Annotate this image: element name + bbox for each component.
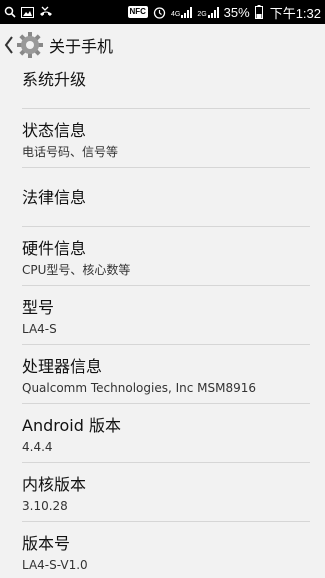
gear-icon[interactable]	[16, 31, 44, 59]
list-item-title: Android 版本	[22, 416, 121, 435]
list-item-subtitle: 4.4.4	[22, 440, 53, 454]
list-item-processor-info: 处理器信息 Qualcomm Technologies, Inc MSM8916	[22, 345, 310, 404]
status-bar-right: NFC 4G 2G 35% 下午1:32	[127, 3, 321, 22]
network-type-1: 4G	[170, 10, 181, 18]
list-item-legal-info[interactable]: 法律信息	[22, 168, 310, 227]
list-item-android-version[interactable]: Android 版本 4.4.4	[22, 404, 310, 463]
list-item-title: 系统升级	[22, 70, 87, 89]
list-item-title: 法律信息	[22, 188, 87, 207]
list-item-kernel-version: 内核版本 3.10.28	[22, 463, 310, 522]
list-item-title: 状态信息	[22, 121, 87, 140]
page-title: 关于手机	[49, 37, 114, 56]
list-item-title: 内核版本	[22, 475, 87, 494]
nfc-indicator: NFC	[127, 6, 148, 18]
status-bar: NFC 4G 2G 35% 下午1:32	[0, 0, 325, 24]
clock: 下午1:32	[269, 5, 321, 21]
signal-bars-icon	[207, 6, 219, 18]
list-item-system-update[interactable]: 系统升级	[22, 66, 310, 109]
alarm-icon	[153, 6, 166, 19]
list-item-subtitle: LA4-S	[22, 322, 57, 336]
list-item-title: 处理器信息	[22, 357, 103, 376]
battery-icon	[254, 5, 263, 19]
list-item-title: 硬件信息	[22, 239, 87, 258]
missed-call-icon	[39, 6, 53, 18]
list-item-subtitle: CPU型号、核心数等	[22, 263, 131, 277]
list-item-subtitle: 电话号码、信号等	[22, 145, 119, 159]
list-item-subtitle: 3.10.28	[22, 499, 68, 513]
settings-list: 系统升级 状态信息 电话号码、信号等 法律信息 硬件信息 CPU型号、核心数等 …	[0, 66, 325, 574]
list-item-title: 型号	[22, 298, 55, 317]
list-item-title: 版本号	[22, 534, 71, 553]
chevron-left-icon[interactable]	[4, 36, 14, 54]
search-icon	[4, 6, 16, 18]
network-type-2: 2G	[197, 10, 207, 18]
image-icon	[21, 6, 34, 18]
list-item-status-info[interactable]: 状态信息 电话号码、信号等	[22, 109, 310, 168]
battery-percent: 35%	[223, 4, 250, 20]
list-item-hardware-info[interactable]: 硬件信息 CPU型号、核心数等	[22, 227, 310, 286]
list-item-subtitle: LA4-S-V1.0	[22, 558, 88, 572]
signal-2: 2G	[197, 6, 219, 18]
signal-1: 4G	[170, 6, 193, 18]
list-item-model: 型号 LA4-S	[22, 286, 310, 345]
action-bar: 关于手机	[0, 24, 325, 66]
list-item-build-number[interactable]: 版本号 LA4-S-V1.0	[22, 522, 310, 574]
list-item-subtitle: Qualcomm Technologies, Inc MSM8916	[22, 381, 257, 395]
status-bar-left	[4, 6, 53, 18]
signal-bars-icon	[181, 6, 193, 18]
